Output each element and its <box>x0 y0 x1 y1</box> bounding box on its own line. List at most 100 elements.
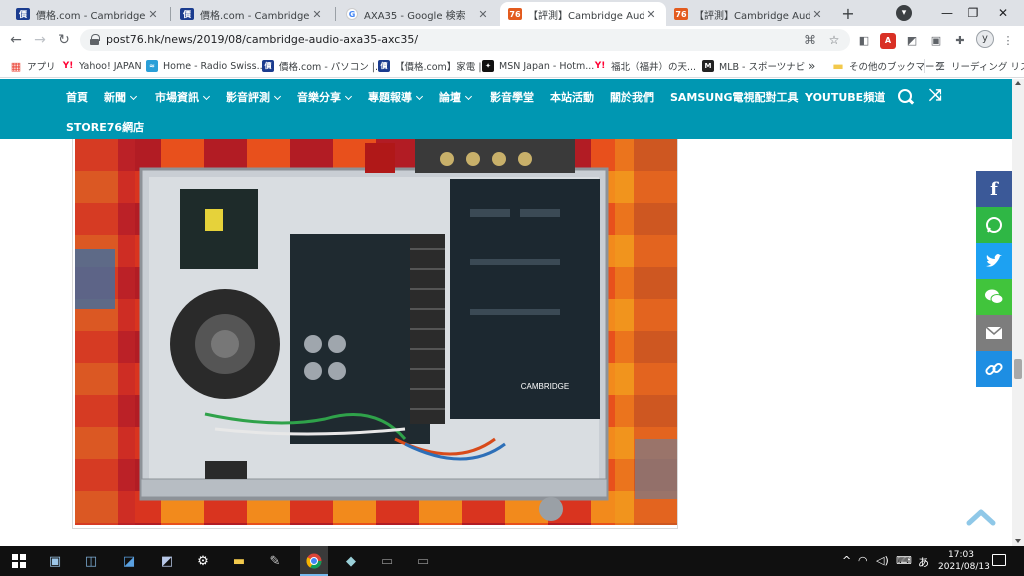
close-tab-icon[interactable]: ✕ <box>644 8 658 21</box>
reading-list-button[interactable]: ☰ リーディング リスト <box>934 57 1024 75</box>
pdf-extension-icon[interactable]: A <box>880 33 896 49</box>
bookmark-label: 【價格.com】家電 |... <box>395 62 491 73</box>
extension-icon[interactable]: ◩ <box>904 33 920 49</box>
system-clock[interactable]: 17:03 2021/08/13 <box>938 549 990 573</box>
nav-item-music[interactable]: 音樂分享 <box>297 89 353 105</box>
close-tab-icon[interactable]: ✕ <box>310 8 324 21</box>
nav-item-forum[interactable]: 論壇 <box>439 89 473 105</box>
puzzle-extensions-icon[interactable]: ✚ <box>952 33 968 49</box>
settings-gear-icon[interactable]: ⚙ <box>192 551 214 571</box>
nav-item-reviews[interactable]: 影音評測 <box>226 89 282 105</box>
nav-item-news[interactable]: 新聞 <box>104 89 138 105</box>
nav-item-home[interactable]: 首頁 <box>66 89 88 105</box>
taskbar-app-icon[interactable]: ◆ <box>340 551 362 571</box>
nav-label: 市場資訊 <box>155 91 199 104</box>
browser-tab[interactable]: 76 【評測】Cambridge Audio AX ✕ <box>666 2 832 26</box>
bookmark-item[interactable]: 價 【價格.com】家電 |... <box>378 57 491 75</box>
back-to-top-icon[interactable] <box>966 508 996 526</box>
bookmarks-overflow-button[interactable]: » <box>808 57 815 75</box>
taskbar-app-icon[interactable]: ◩ <box>156 551 178 571</box>
nav-item-samsung-tool[interactable]: SAMSUNG電視配對工具 <box>670 89 798 105</box>
bookmark-item[interactable]: Y! 福北（福井）の天... <box>594 57 696 75</box>
reload-icon[interactable]: ↻ <box>54 30 74 50</box>
new-tab-button[interactable]: + <box>838 4 858 24</box>
address-bar[interactable]: post76.hk/news/2019/08/cambridge-audio-a… <box>80 29 850 51</box>
scroll-up-arrow-icon[interactable] <box>1015 81 1021 85</box>
other-bookmarks-folder[interactable]: ▬ その他のブックマーク <box>832 57 944 75</box>
bookmark-label: Yahoo! JAPAN <box>79 60 142 72</box>
share-whatsapp-button[interactable] <box>976 207 1012 243</box>
share-wechat-button[interactable] <box>976 279 1012 315</box>
radio-swiss-icon: ≈ <box>146 60 158 72</box>
taskbar-app-icon[interactable]: ▭ <box>376 551 398 571</box>
extension-icon[interactable]: ◧ <box>856 33 872 49</box>
nav-item-youtube[interactable]: YOUTUBE頻道 <box>805 89 885 105</box>
nav-item-store[interactable]: STORE76網店 <box>66 119 144 135</box>
show-hidden-icons-icon[interactable]: ^ <box>842 554 851 567</box>
nav-item-events[interactable]: 本站活動 <box>550 89 594 105</box>
nav-item-features[interactable]: 專題報導 <box>368 89 424 105</box>
whatsapp-icon <box>986 217 1002 233</box>
tab-title: AXA35 - Google 検索 <box>364 10 466 22</box>
bookmark-item[interactable]: ✦ MSN Japan - Hotm... <box>482 57 594 75</box>
profile-avatar[interactable]: y <box>976 30 994 48</box>
browser-tab-active[interactable]: 76 【評測】Cambridge Audio AXA ✕ <box>500 2 666 26</box>
forward-icon[interactable]: → <box>30 30 50 50</box>
nav-item-academy[interactable]: 影音學堂 <box>490 89 534 105</box>
tab-search-icon[interactable]: ▾ <box>896 5 912 21</box>
nav-label: 本站活動 <box>550 91 594 104</box>
windows-start-icon[interactable] <box>8 551 30 571</box>
bookmark-item[interactable]: M MLB - スポーツナビ <box>702 57 805 75</box>
notifications-icon[interactable] <box>992 554 1006 566</box>
bookmark-star-icon[interactable]: ☆ <box>826 32 842 48</box>
browser-tab[interactable]: 價 價格.com - Cambridge Audio ✕ <box>8 2 168 26</box>
search-icon[interactable] <box>898 89 914 105</box>
lock-icon[interactable] <box>90 34 100 45</box>
scrollbar-thumb[interactable] <box>1014 359 1022 379</box>
taskbar-app-icon[interactable]: ◫ <box>80 551 102 571</box>
nav-label: 新聞 <box>104 91 126 104</box>
nav-item-about[interactable]: 關於我們 <box>610 89 654 105</box>
more-menu-icon[interactable]: ⋮ <box>1000 33 1016 49</box>
bookmark-label: リーディング リスト <box>951 62 1024 73</box>
chevron-down-icon <box>464 92 473 101</box>
translate-icon[interactable]: ⌘ <box>802 32 818 48</box>
extension-icon[interactable]: ▣ <box>928 33 944 49</box>
kakaku-icon: 價 <box>378 60 390 72</box>
network-icon[interactable]: ◠ <box>858 554 868 567</box>
share-email-button[interactable] <box>976 315 1012 351</box>
page-scrollbar[interactable] <box>1012 79 1024 546</box>
browser-tab[interactable]: G AXA35 - Google 検索 ✕ <box>338 2 498 26</box>
bookmark-item[interactable]: ≈ Home - Radio Swiss... <box>146 57 266 75</box>
keyboard-icon[interactable]: ⌨ <box>896 554 912 567</box>
taskbar-app-icon[interactable]: ✎ <box>264 551 286 571</box>
bookmark-item[interactable]: Y! Yahoo! JAPAN <box>62 57 142 75</box>
nav-item-market[interactable]: 市場資訊 <box>155 89 211 105</box>
msn-icon: ✦ <box>482 60 494 72</box>
nav-label: SAMSUNG電視配對工具 <box>670 91 799 104</box>
shuffle-icon[interactable]: ⤨ <box>929 85 942 105</box>
taskbar-app-icon[interactable]: ▣ <box>44 551 66 571</box>
close-tab-icon[interactable]: ✕ <box>810 8 824 21</box>
bookmark-item[interactable]: ▦ アプリ <box>10 57 56 75</box>
close-window-icon[interactable]: ✕ <box>980 0 1024 26</box>
bookmark-item[interactable]: 價 價格.com - パソコン |... <box>262 57 384 75</box>
chevron-down-icon <box>202 92 211 101</box>
back-icon[interactable]: ← <box>6 30 26 50</box>
close-tab-icon[interactable]: ✕ <box>146 8 160 21</box>
bookmark-label: MLB - スポーツナビ <box>719 62 806 73</box>
close-tab-icon[interactable]: ✕ <box>476 8 490 21</box>
taskbar-app-icon[interactable]: ▭ <box>412 551 434 571</box>
chrome-icon[interactable] <box>303 551 325 571</box>
share-twitter-button[interactable] <box>976 243 1012 279</box>
share-copy-link-button[interactable] <box>976 351 1012 387</box>
taskbar-app-icon[interactable]: ◪ <box>118 551 140 571</box>
google-icon: G <box>346 8 358 20</box>
file-explorer-icon[interactable]: ▬ <box>228 551 250 571</box>
url-text[interactable]: post76.hk/news/2019/08/cambridge-audio-a… <box>106 33 418 46</box>
ime-indicator[interactable]: あ <box>918 554 929 570</box>
share-facebook-button[interactable]: f <box>976 171 1012 207</box>
browser-tab[interactable]: 價 價格.com - Cambridge Audio ✕ <box>172 2 332 26</box>
volume-icon[interactable]: ◁) <box>876 554 889 567</box>
scroll-down-arrow-icon[interactable] <box>1015 539 1021 543</box>
